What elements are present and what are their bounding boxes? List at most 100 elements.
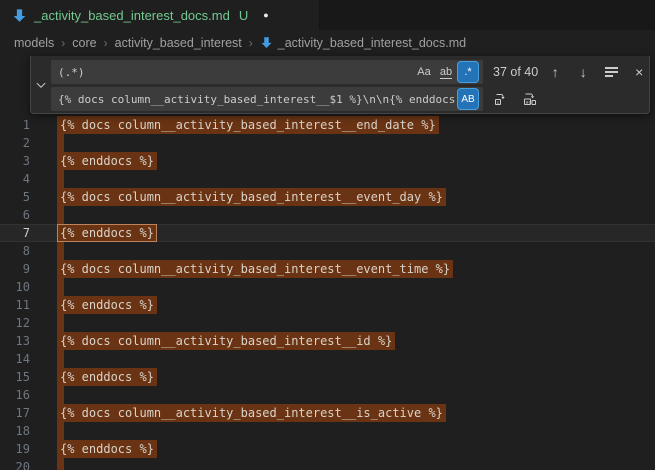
find-match-highlight — [57, 350, 64, 368]
tab-bar: _activity_based_interest_docs.md U ● — [0, 0, 655, 30]
line-number: 5 — [0, 188, 34, 206]
code-line-8[interactable]: 8 — [0, 242, 655, 260]
line-text: {% enddocs %} — [57, 152, 157, 170]
line-text: {% enddocs %} — [57, 440, 157, 458]
code-line-1[interactable]: 1 {% docs column__activity_based_interest… — [0, 116, 655, 134]
line-text: {% docs column__activity_based_interest_… — [57, 404, 446, 422]
find-match-highlight — [57, 386, 64, 404]
line-number: 1 — [0, 116, 34, 134]
editor-tab[interactable]: _activity_based_interest_docs.md U ● — [0, 0, 320, 30]
code-line-19[interactable]: 19{% enddocs %} — [0, 440, 655, 458]
code-line-4[interactable]: 4 — [0, 170, 655, 188]
replace-all-icon: ac — [522, 91, 538, 107]
git-status-badge: U — [239, 8, 248, 23]
selection-icon — [605, 67, 618, 77]
line-text: {% enddocs %} — [57, 224, 157, 242]
code-line-12[interactable]: 12 — [0, 314, 655, 332]
find-row: (.*) Aa ab .* 37 of 40 ↑ ↓ × — [51, 60, 652, 84]
find-match-highlight: {% docs column__activity_based_interest_… — [57, 116, 439, 134]
code-line-18[interactable]: 18 — [0, 422, 655, 440]
editor-pane[interactable]: 1 {% docs column__activity_based_interest… — [0, 55, 655, 470]
code-line-2[interactable]: 2 — [0, 134, 655, 152]
line-text: {% enddocs %} — [57, 368, 157, 386]
replace-all-button[interactable]: ac — [519, 88, 541, 110]
replace-icon: c — [492, 91, 508, 107]
breadcrumb-item-file[interactable]: _activity_based_interest_docs.md — [260, 36, 466, 50]
find-input-value: (.*) — [58, 66, 412, 79]
find-match-highlight — [57, 314, 64, 332]
code-line-6[interactable]: 6 — [0, 206, 655, 224]
code-line-17[interactable]: 17 {% docs column__activity_based_interes… — [0, 404, 655, 422]
find-match-highlight — [57, 134, 64, 152]
markdown-file-icon — [12, 8, 27, 23]
find-in-selection-button[interactable] — [600, 61, 622, 83]
breadcrumb-separator: › — [104, 36, 108, 50]
find-match-highlight — [57, 206, 64, 224]
find-match-highlight: {% enddocs %} — [57, 440, 157, 458]
svg-text:ac: ac — [526, 101, 532, 106]
line-text: {% docs column__activity_based_interest_… — [57, 188, 446, 206]
line-number: 15 — [0, 368, 34, 386]
modified-dot-icon[interactable]: ● — [263, 10, 268, 20]
replace-input[interactable]: {% docs column__activity_based_interest_… — [51, 87, 483, 111]
find-match-highlight: {% docs column__activity_based_interest_… — [57, 332, 395, 350]
find-match-highlight — [57, 170, 64, 188]
match-case-toggle[interactable]: Aa — [414, 62, 434, 82]
line-number: 2 — [0, 134, 34, 152]
line-text — [57, 134, 64, 152]
replace-input-value: {% docs column__activity_based_interest_… — [58, 93, 456, 106]
line-text — [57, 170, 64, 188]
code-line-13[interactable]: 13{% docs column__activity_based_interes… — [0, 332, 655, 350]
preserve-case-toggle[interactable]: AB — [458, 89, 478, 109]
code-line-16[interactable]: 16 — [0, 386, 655, 404]
find-input[interactable]: (.*) Aa ab .* — [51, 60, 483, 84]
code-line-7[interactable]: 7{% enddocs %} — [0, 224, 655, 242]
close-find-widget-button[interactable]: × — [628, 61, 650, 83]
code-line-3[interactable]: 3{% enddocs %} — [0, 152, 655, 170]
line-text — [57, 278, 64, 296]
breadcrumb-separator: › — [61, 36, 65, 50]
find-match-highlight: {% docs column__activity_based_interest_… — [57, 188, 446, 206]
line-text: {% docs column__activity_based_interest_… — [57, 332, 395, 350]
previous-match-button[interactable]: ↑ — [544, 61, 566, 83]
code-line-15[interactable]: 15 {% enddocs %} — [0, 368, 655, 386]
line-number: 18 — [0, 422, 34, 440]
tab-title: _activity_based_interest_docs.md — [34, 8, 230, 23]
line-number: 8 — [0, 242, 34, 260]
line-number: 11 — [0, 296, 34, 314]
current-find-match: {% enddocs %} — [57, 224, 157, 242]
find-match-highlight — [57, 458, 64, 470]
code-line-14[interactable]: 14 — [0, 350, 655, 368]
breadcrumb: models › core › activity_based_interest … — [0, 30, 655, 55]
line-text — [57, 242, 64, 260]
find-match-highlight: {% enddocs %} — [57, 368, 157, 386]
line-number: 16 — [0, 386, 34, 404]
breadcrumb-item-folder[interactable]: activity_based_interest — [115, 36, 242, 50]
whole-word-toggle[interactable]: ab — [436, 62, 456, 82]
next-match-button[interactable]: ↓ — [572, 61, 594, 83]
find-replace-widget: (.*) Aa ab .* 37 of 40 ↑ ↓ × { — [30, 56, 650, 114]
code-area[interactable]: 1 {% docs column__activity_based_interest… — [0, 116, 655, 470]
code-line-5[interactable]: 5 {% docs column__activity_based_interest… — [0, 188, 655, 206]
line-number: 4 — [0, 170, 34, 188]
markdown-file-icon — [260, 36, 273, 49]
code-line-11[interactable]: 11 {% enddocs %} — [0, 296, 655, 314]
find-match-highlight — [57, 422, 64, 440]
find-match-highlight — [57, 242, 64, 260]
line-text — [57, 206, 64, 224]
replace-button[interactable]: c — [489, 88, 511, 110]
line-number: 9 — [0, 260, 34, 278]
find-match-highlight — [57, 278, 64, 296]
replace-row: {% docs column__activity_based_interest_… — [51, 87, 652, 111]
code-line-20[interactable]: 20 — [0, 458, 655, 470]
code-line-9[interactable]: 9{% docs column__activity_based_interest… — [0, 260, 655, 278]
line-text: {% enddocs %} — [57, 296, 157, 314]
toggle-replace-button[interactable] — [31, 56, 51, 113]
line-number: 6 — [0, 206, 34, 224]
breadcrumb-item-core[interactable]: core — [72, 36, 96, 50]
code-line-10[interactable]: 10 — [0, 278, 655, 296]
breadcrumb-item-models[interactable]: models — [14, 36, 54, 50]
line-number: 17 — [0, 404, 34, 422]
regex-toggle[interactable]: .* — [458, 62, 478, 82]
line-text: {% docs column__activity_based_interest_… — [57, 116, 439, 134]
